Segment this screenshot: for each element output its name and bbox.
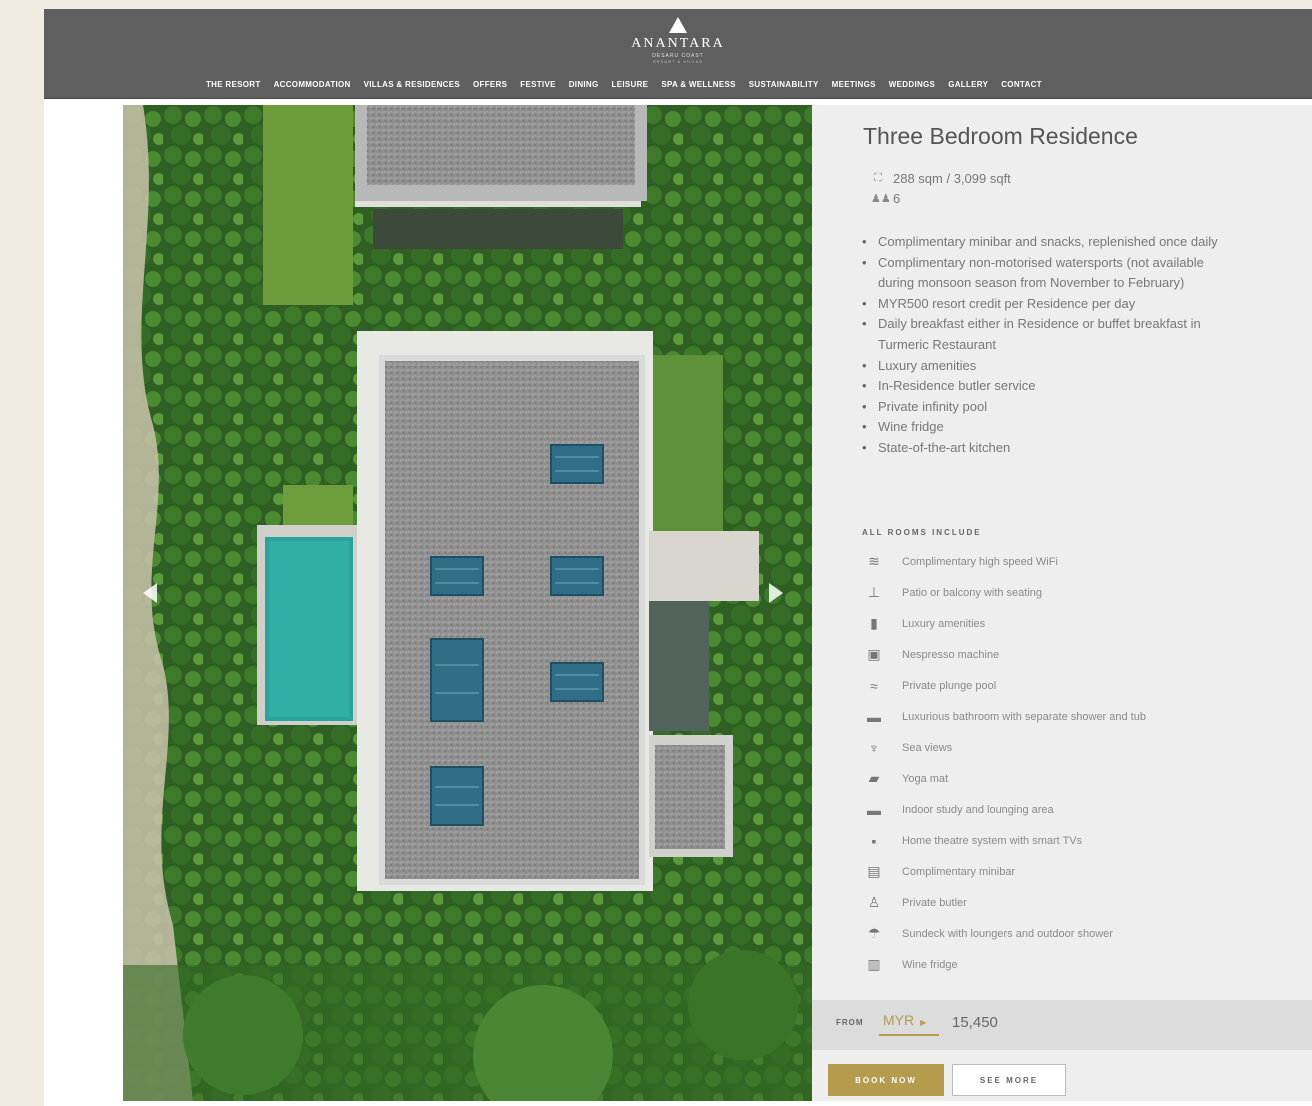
site-header: ANANTARA DESARU COAST RESORT & VILLAS TH…: [44, 9, 1312, 99]
amenity-item: ▣ Nespresso machine: [864, 639, 1146, 670]
feature-item: MYR500 resort credit per Residence per d…: [862, 294, 1242, 315]
price-from-label: FROM: [836, 1018, 864, 1027]
amenity-label: Private butler: [902, 896, 967, 909]
gallery-prev-arrow-icon[interactable]: [143, 583, 157, 603]
amenity-label: Home theatre system with smart TVs: [902, 834, 1083, 847]
brand-name: ANANTARA: [631, 36, 725, 51]
amenity-label: Nespresso machine: [902, 648, 1000, 661]
brand-logo[interactable]: ANANTARA DESARU COAST RESORT & VILLAS: [44, 17, 1312, 64]
amenity-item: ▤ Complimentary minibar: [864, 856, 1146, 887]
residence-title: Three Bedroom Residence: [863, 123, 1138, 149]
aerial-photo: [123, 105, 812, 1101]
residence-size: ⛶ 288 sqm / 3,099 sqft: [871, 171, 1011, 186]
currency-value: MYR: [883, 1012, 915, 1028]
amenities-list: ≋ Complimentary high speed WiFi ⊥ Patio or…: [864, 546, 1146, 980]
page-frame: ANANTARA DESARU COAST RESORT & VILLAS TH…: [44, 9, 1312, 1106]
all-rooms-heading: ALL ROOMS INCLUDE: [862, 528, 982, 537]
amenity-item: ♆ Sea views: [864, 732, 1146, 763]
amenity-label: Complimentary high speed WiFi: [902, 555, 1058, 568]
residence-guests-value: 6: [893, 191, 901, 206]
amenity-item: ▥ Wine fridge: [864, 949, 1146, 980]
guests-icon: ♟♟: [871, 193, 891, 205]
amenity-label: Sundeck with loungers and outdoor shower: [902, 927, 1113, 940]
book-now-button[interactable]: BOOK NOW: [828, 1064, 944, 1096]
amenity-label: Complimentary minibar: [902, 865, 1016, 878]
amenity-item: ⊥ Patio or balcony with seating: [864, 577, 1146, 608]
nav-item-villas-residences[interactable]: VILLAS & RESIDENCES: [364, 80, 460, 89]
feature-item: In-Residence butler service: [862, 376, 1242, 397]
main-nav: THE RESORT ACCOMMODATION VILLAS & RESIDE…: [206, 80, 1042, 89]
feature-item: Wine fridge: [862, 417, 1242, 438]
sea-view-icon: ♆: [868, 739, 880, 756]
lounge-icon: ▬: [867, 801, 881, 818]
amenity-label: Sea views: [902, 741, 953, 754]
nav-item-meetings[interactable]: MEETINGS: [832, 80, 876, 89]
feature-item: State-of-the-art kitchen: [862, 438, 1242, 459]
residence-guests: ♟♟ 6: [871, 191, 900, 206]
feature-item: Private infinity pool: [862, 397, 1242, 418]
nav-item-the-resort[interactable]: THE RESORT: [206, 80, 261, 89]
sundeck-icon: ☂: [867, 925, 881, 941]
amenity-item: ▮ Luxury amenities: [864, 608, 1146, 639]
amenity-item: ≈ Private plunge pool: [864, 670, 1146, 701]
yoga-mat-icon: ▰: [868, 770, 880, 786]
caret-right-icon: ▶: [920, 1018, 927, 1027]
feature-item: Daily breakfast either in Residence or b…: [862, 314, 1242, 355]
amenity-label: Wine fridge: [902, 958, 958, 971]
butler-icon: ♙: [867, 894, 881, 910]
amenity-label: Indoor study and lounging area: [902, 803, 1054, 816]
nav-item-leisure[interactable]: LEISURE: [612, 80, 649, 89]
nav-item-spa-wellness[interactable]: SPA & WELLNESS: [661, 80, 735, 89]
brand-subline-2: RESORT & VILLAS: [653, 59, 703, 64]
amenity-label: Yoga mat: [902, 772, 949, 785]
amenity-item: ☂ Sundeck with loungers and outdoor showe…: [864, 918, 1146, 949]
nav-item-offers[interactable]: OFFERS: [473, 80, 507, 89]
amenity-item: ▬ Indoor study and lounging area: [864, 794, 1146, 825]
bathtub-icon: ▬: [867, 708, 881, 725]
residence-gallery: [123, 105, 812, 1101]
amenity-item: ▬ Luxurious bathroom with separate shower…: [864, 701, 1146, 732]
residence-details-panel: Three Bedroom Residence ⛶ 288 sqm / 3,09…: [812, 105, 1312, 1101]
feature-item: Complimentary non-motorised watersports …: [862, 253, 1242, 294]
feature-item: Complimentary minibar and snacks, replen…: [862, 232, 1242, 253]
amenities-icon: ▮: [870, 615, 878, 631]
price-bar: FROM MYR ▶ 15,450: [812, 1000, 1312, 1050]
amenity-label: Patio or balcony with seating: [902, 586, 1043, 599]
nav-item-sustainability[interactable]: SUSTAINABILITY: [749, 80, 819, 89]
patio-icon: ⊥: [867, 584, 881, 600]
nav-item-festive[interactable]: FESTIVE: [520, 80, 555, 89]
residence-features-list: Complimentary minibar and snacks, replen…: [862, 232, 1242, 459]
gallery-next-arrow-icon[interactable]: [769, 583, 783, 603]
nav-item-gallery[interactable]: GALLERY: [948, 80, 988, 89]
tv-icon: ▪: [871, 832, 877, 849]
coffee-machine-icon: ▣: [867, 646, 881, 662]
pool-icon: ≈: [870, 677, 878, 694]
floor-area-icon: ⛶: [874, 172, 882, 184]
nav-item-accommodation[interactable]: ACCOMMODATION: [274, 80, 351, 89]
price-amount: 15,450: [952, 1014, 998, 1031]
residence-size-value: 288 sqm / 3,099 sqft: [893, 171, 1011, 186]
brand-mark-icon: [669, 17, 687, 33]
amenity-label: Private plunge pool: [902, 679, 997, 692]
amenity-item: ▪ Home theatre system with smart TVs: [864, 825, 1146, 856]
amenity-item: ♙ Private butler: [864, 887, 1146, 918]
amenity-label: Luxury amenities: [902, 617, 986, 630]
see-more-button[interactable]: SEE MORE: [952, 1064, 1066, 1096]
amenity-item: ▰ Yoga mat: [864, 763, 1146, 794]
nav-item-weddings[interactable]: WEDDINGS: [889, 80, 935, 89]
currency-selector[interactable]: MYR ▶: [879, 1012, 939, 1036]
nav-item-contact[interactable]: CONTACT: [1001, 80, 1042, 89]
minibar-icon: ▤: [867, 863, 881, 879]
nav-item-dining[interactable]: DINING: [569, 80, 599, 89]
wifi-icon: ≋: [868, 553, 880, 569]
amenity-label: Luxurious bathroom with separate shower …: [902, 710, 1146, 723]
feature-item: Luxury amenities: [862, 356, 1242, 377]
amenity-item: ≋ Complimentary high speed WiFi: [864, 546, 1146, 577]
wine-fridge-icon: ▥: [867, 956, 881, 972]
